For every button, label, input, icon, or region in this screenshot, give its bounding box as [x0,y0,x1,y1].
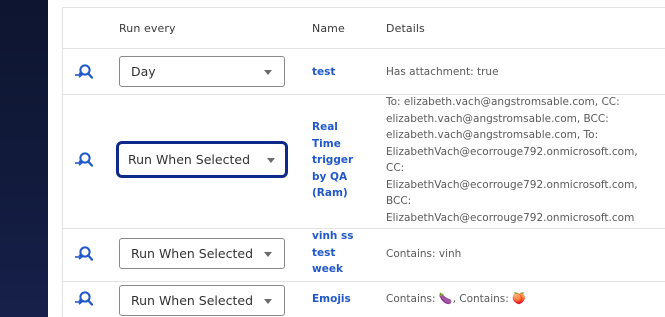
run-every-select[interactable]: Run When Selected [116,141,288,178]
chevron-down-icon [264,298,272,304]
rule-name-link[interactable]: test [312,64,372,81]
details-prefix: Contains: [386,293,439,305]
rule-name-link[interactable]: Real Time trigger by QA (Ram) [312,119,372,202]
details-mid: , Contains: [452,293,513,305]
run-every-value: Run When Selected [131,246,253,261]
rule-name-link[interactable]: vinh ss test week [312,228,372,278]
run-every-select[interactable]: Day [119,56,285,87]
chevron-down-icon [264,251,272,257]
column-header-name: Name [312,22,345,35]
run-every-value: Day [131,64,156,79]
table-row: Day test Has attachment: true [62,48,665,94]
run-every-value: Run When Selected [131,293,253,308]
run-every-value: Run When Selected [128,152,250,167]
peach-emoji: 🍑 [512,292,526,305]
table-row: Run When Selected vinh ss test week Cont… [62,228,665,280]
rule-name-link[interactable]: Emojis [312,291,372,308]
rule-details: Contains: 🍆, Contains: 🍑 [386,291,665,308]
search-run-icon[interactable] [72,150,96,172]
table-top-border [62,7,665,8]
rule-details: Has attachment: true [386,66,499,78]
chevron-down-icon [264,69,272,75]
column-header-run-every: Run every [119,22,176,35]
chevron-down-icon [267,157,275,163]
search-run-icon[interactable] [72,244,96,266]
column-header-details: Details [386,22,425,35]
search-run-icon[interactable] [72,289,96,311]
run-every-select[interactable]: Run When Selected [119,238,285,269]
left-dark-panel [0,0,48,317]
search-run-icon[interactable] [72,62,96,84]
rules-table: Run every Name Details Day test Has atta… [48,0,665,317]
table-row: Run When Selected Real Time trigger by Q… [62,94,665,228]
rule-details: Contains: vinh [386,248,462,260]
rule-details: To: elizabeth.vach@angstromsable.com, CC… [386,96,638,224]
table-row: Run When Selected Emojis Contains: 🍆, Co… [62,281,665,317]
run-every-select[interactable]: Run When Selected [119,285,285,316]
eggplant-emoji: 🍆 [438,292,453,305]
